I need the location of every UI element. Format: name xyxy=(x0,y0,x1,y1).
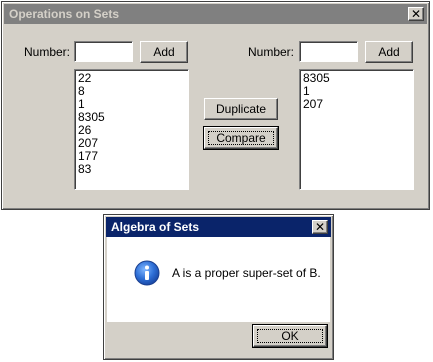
dialog-title: Algebra of Sets xyxy=(111,220,200,234)
right-number-input[interactable] xyxy=(299,41,358,62)
ok-button[interactable]: OK xyxy=(252,324,328,348)
list-item[interactable]: 83 xyxy=(78,163,185,176)
duplicate-button[interactable]: Duplicate xyxy=(204,98,278,120)
close-icon[interactable]: ✕ xyxy=(312,220,328,234)
duplicate-label: Duplicate xyxy=(215,102,267,116)
list-item[interactable]: 8305 xyxy=(78,111,185,124)
left-number-input[interactable] xyxy=(74,41,133,62)
right-set-listbox[interactable]: 8305 1 207 xyxy=(299,69,414,190)
compare-button[interactable]: Compare xyxy=(203,126,279,150)
dialog-titlebar[interactable]: Algebra of Sets ✕ xyxy=(106,217,331,237)
list-item[interactable]: 22 xyxy=(78,72,185,85)
operations-window: Operations on Sets ✕ Number: Add 22 8 1 830… xyxy=(1,1,430,210)
left-add-label: Add xyxy=(153,45,175,59)
focus-ring xyxy=(208,131,274,145)
list-item[interactable]: 8305 xyxy=(303,72,410,85)
right-add-label: Add xyxy=(378,45,400,59)
right-number-label: Number: xyxy=(248,45,295,59)
operations-titlebar[interactable]: Operations on Sets ✕ xyxy=(4,4,427,24)
left-set-listbox[interactable]: 22 8 1 8305 26 207 177 83 xyxy=(74,69,189,190)
operations-title: Operations on Sets xyxy=(9,7,120,21)
dialog-message: A is a proper super-set of B. xyxy=(172,266,321,280)
list-item[interactable]: 8 xyxy=(78,85,185,98)
list-item[interactable]: 177 xyxy=(78,150,185,163)
algebra-dialog: Algebra of Sets ✕ A is a proper super-se… xyxy=(103,214,334,360)
close-icon[interactable]: ✕ xyxy=(408,7,424,21)
focus-ring xyxy=(257,329,323,343)
left-number-label: Number: xyxy=(24,45,71,59)
info-icon xyxy=(134,260,160,286)
left-add-button[interactable]: Add xyxy=(140,41,188,63)
list-item[interactable]: 207 xyxy=(303,98,410,111)
right-add-button[interactable]: Add xyxy=(365,41,413,63)
